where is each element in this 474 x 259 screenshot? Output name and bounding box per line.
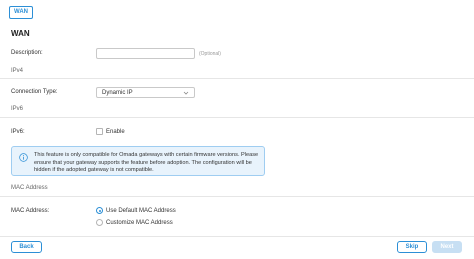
info-icon: [19, 153, 28, 162]
mac-heading: MAC Address: [11, 185, 48, 191]
mac-custom-label[interactable]: Customize MAC Address: [106, 220, 173, 226]
skip-button[interactable]: Skip: [397, 241, 427, 253]
page-title: WAN: [11, 29, 30, 38]
connection-type-value: Dynamic IP: [102, 90, 133, 96]
mac-custom-radio[interactable]: [96, 219, 103, 226]
description-label: Description:: [11, 50, 43, 56]
compatibility-notice: This feature is only compatible for Omad…: [11, 146, 265, 176]
optional-hint: (Optional): [199, 51, 221, 57]
ipv6-enable-label[interactable]: Enable: [106, 129, 125, 135]
back-button[interactable]: Back: [11, 241, 42, 253]
ipv6-heading: IPv6: [11, 106, 24, 112]
next-button[interactable]: Next: [432, 241, 462, 253]
mac-default-radio[interactable]: [96, 207, 103, 214]
mac-divider: [0, 196, 474, 197]
notice-text: This feature is only compatible for Omad…: [34, 152, 259, 174]
ipv4-divider: [0, 78, 474, 79]
footer-divider: [0, 236, 474, 237]
mac-default-label[interactable]: Use Default MAC Address: [106, 208, 176, 214]
chevron-down-icon: [183, 91, 189, 95]
mac-address-label: MAC Address:: [11, 208, 50, 214]
description-input[interactable]: [96, 48, 195, 59]
connection-type-label: Connection Type:: [11, 89, 58, 95]
ipv4-heading: IPv4: [11, 68, 24, 74]
ipv6-enable-checkbox[interactable]: [96, 128, 103, 135]
ipv6-label: IPv6:: [11, 129, 25, 135]
connection-type-select[interactable]: Dynamic IP: [96, 87, 195, 98]
ipv6-divider: [0, 117, 474, 118]
wan-tab[interactable]: WAN: [9, 6, 33, 19]
